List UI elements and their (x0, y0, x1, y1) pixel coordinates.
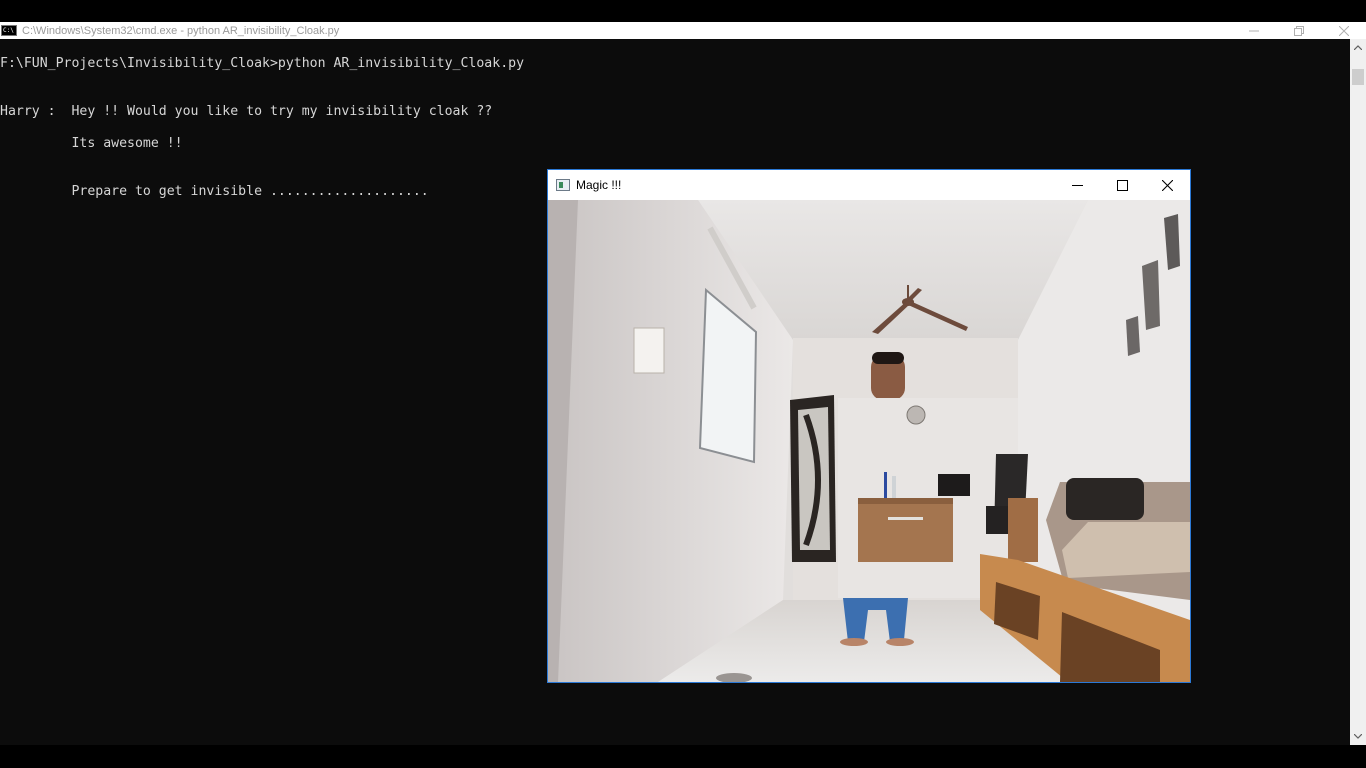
magic-window-title: Magic !!! (576, 178, 622, 192)
scroll-up-arrow-icon[interactable] (1350, 39, 1366, 56)
close-icon[interactable] (1145, 170, 1190, 200)
top-letterbox (0, 0, 1366, 22)
opencv-window-icon (556, 179, 570, 191)
magic-window-controls (1055, 170, 1190, 200)
close-icon[interactable] (1321, 22, 1366, 39)
minimize-icon[interactable] (1055, 170, 1100, 200)
console-command-line: F:\FUN_Projects\Invisibility_Cloak>pytho… (0, 56, 525, 71)
console-scrollbar[interactable] (1350, 39, 1366, 745)
bottom-letterbox (0, 745, 1366, 768)
scroll-down-arrow-icon[interactable] (1350, 728, 1366, 745)
cmd-window-title: C:\Windows\System32\cmd.exe - python AR_… (22, 24, 340, 37)
console-line-awesome: Its awesome !! (0, 136, 183, 151)
console-line-prepare: Prepare to get invisible ...............… (0, 184, 429, 199)
scroll-thumb[interactable] (1352, 69, 1364, 85)
cmd-app-icon (1, 25, 17, 36)
maximize-icon[interactable] (1100, 170, 1145, 200)
cmd-window-controls (1231, 22, 1366, 39)
webcam-video-frame (548, 200, 1190, 682)
magic-window-titlebar[interactable]: Magic !!! (548, 170, 1190, 200)
cmd-titlebar[interactable]: C:\Windows\System32\cmd.exe - python AR_… (0, 22, 1366, 39)
minimize-icon[interactable] (1231, 22, 1276, 39)
restore-icon[interactable] (1276, 22, 1321, 39)
console-line-harry: Harry : Hey !! Would you like to try my … (0, 104, 493, 119)
magic-window[interactable]: Magic !!! (547, 169, 1191, 683)
